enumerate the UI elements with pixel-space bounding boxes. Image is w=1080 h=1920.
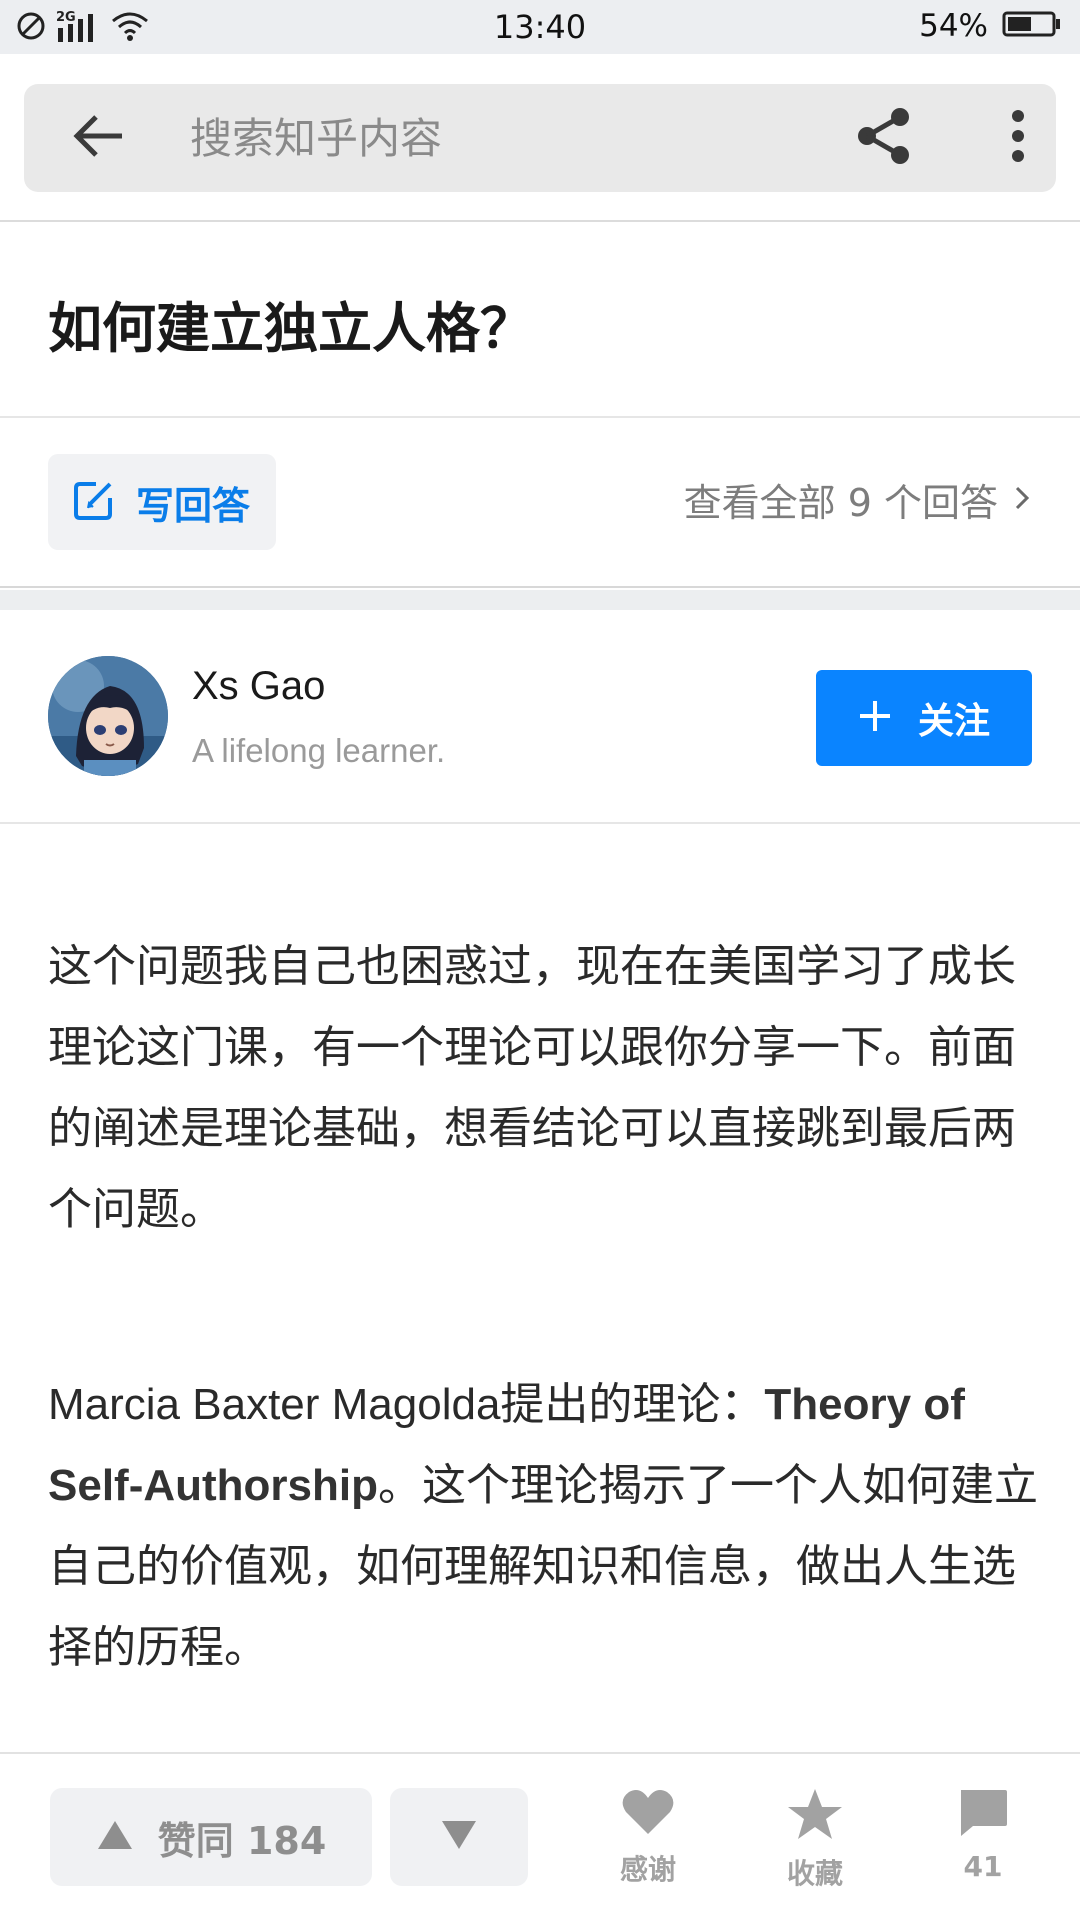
thanks-label: 感谢 (619, 1853, 676, 1886)
author-name[interactable]: Xs Gao (192, 664, 325, 709)
question-title[interactable]: 如何建立独立人格？ (48, 284, 534, 363)
search-bar[interactable] (24, 84, 1056, 192)
search-input[interactable] (190, 106, 690, 170)
share-button[interactable] (850, 104, 918, 172)
comment-count: 41 (963, 1850, 1003, 1883)
status-time: 13:40 (493, 8, 587, 46)
top-app-bar (0, 54, 1080, 222)
view-all-label: 查看全部 9 个回答 (683, 481, 998, 525)
avatar[interactable] (48, 656, 168, 776)
answer-paragraph: 这个问题我自己也困惑过，现在在美国学习了成长理论这门课，有一个理论可以跟你分享一… (48, 941, 1016, 1235)
follow-button[interactable]: 关注 (816, 670, 1032, 766)
question-section: 如何建立独立人格？ (0, 224, 1080, 418)
triangle-up-icon (96, 1819, 134, 1855)
zhihu-answer-page: 2G 13:40 54% 搜索知乎内容 如何建立独立人格？ 写回答 查看全部 9… (0, 0, 1080, 1920)
comments-button[interactable]: 41 (928, 1788, 1038, 1898)
comment-icon (957, 1788, 1009, 1842)
upvote-label: 赞同 184 (157, 1818, 327, 1863)
answer-paragraph: Marcia Baxter Magolda提出的理论：Theory of Sel… (48, 1364, 1038, 1688)
star-icon (787, 1788, 843, 1844)
back-arrow-icon (72, 114, 124, 162)
more-options-button[interactable] (998, 104, 1038, 172)
status-bar: 2G 13:40 54% (0, 0, 1080, 54)
upvote-button[interactable]: 赞同 184 (50, 1788, 372, 1886)
view-all-answers-link[interactable]: 查看全部 9 个回答 (684, 472, 1030, 527)
downvote-button[interactable] (390, 1788, 528, 1886)
question-actions: 写回答 查看全部 9 个回答 (0, 420, 1080, 588)
edit-icon (72, 478, 116, 526)
favorite-label: 收藏 (786, 1857, 843, 1890)
status-right: 54% (919, 8, 1062, 44)
chevron-right-icon (1014, 485, 1030, 515)
share-icon (856, 107, 912, 169)
heart-icon (621, 1788, 675, 1840)
bottom-action-bar: 赞同 184 感谢 收藏 41 (0, 1752, 1080, 1920)
author-bio: A lifelong learner. (192, 732, 446, 769)
more-vertical-icon (1011, 110, 1025, 166)
section-divider (0, 590, 1080, 610)
author-header: Xs Gao A lifelong learner. 关注 (0, 610, 1080, 824)
triangle-down-icon (440, 1819, 478, 1855)
back-button[interactable] (68, 112, 128, 164)
write-answer-label: 写回答 (136, 483, 251, 528)
write-answer-button[interactable]: 写回答 (48, 454, 276, 550)
favorite-button[interactable]: 收藏 (760, 1788, 870, 1898)
battery-icon (1002, 10, 1062, 42)
thanks-button[interactable]: 感谢 (593, 1788, 703, 1898)
paragraph-text: Marcia Baxter Magolda提出的理论： (48, 1380, 765, 1429)
battery-percent: 54% (919, 8, 988, 44)
follow-label: 关注 (917, 701, 990, 742)
plus-icon (858, 699, 892, 737)
